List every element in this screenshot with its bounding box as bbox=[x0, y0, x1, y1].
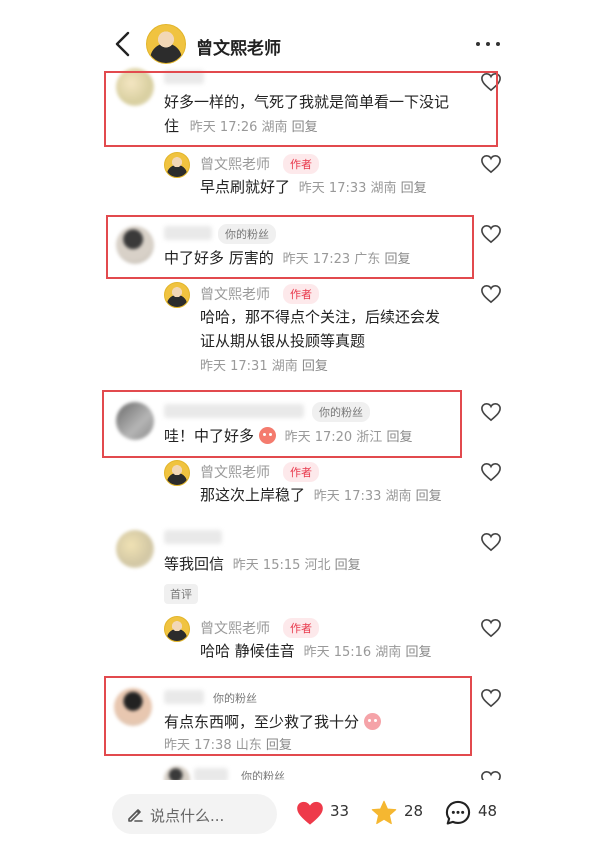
first-comment-badge: 首评 bbox=[164, 584, 198, 604]
like-heart-icon[interactable] bbox=[480, 284, 502, 304]
author-badge: 作者 bbox=[283, 618, 319, 638]
reply-author-name[interactable]: 曾文熙老师 bbox=[200, 618, 270, 638]
heart-filled-icon bbox=[297, 801, 323, 825]
comment-meta: 昨天 15:15 河北 bbox=[232, 558, 331, 573]
highlight-box bbox=[106, 215, 474, 279]
reply-text-cont: 证从期从银从投顾等真题 bbox=[200, 332, 366, 350]
reply-text: 那这次上岸稳了 bbox=[200, 486, 306, 504]
reply-link[interactable]: 回复 bbox=[302, 359, 328, 374]
reply-text: 早点刷就好了 bbox=[200, 178, 291, 196]
author-badge: 作者 bbox=[283, 284, 319, 304]
pencil-icon bbox=[128, 809, 143, 822]
user-name-blurred[interactable] bbox=[164, 530, 222, 544]
reply-link[interactable]: 回复 bbox=[416, 489, 442, 504]
like-heart-icon[interactable] bbox=[480, 532, 502, 552]
author-avatar-small[interactable] bbox=[164, 282, 190, 308]
like-heart-icon[interactable] bbox=[480, 618, 502, 638]
author-badge: 作者 bbox=[283, 462, 319, 482]
like-heart-icon[interactable] bbox=[480, 462, 502, 482]
comment-input[interactable]: 说点什么... bbox=[112, 794, 277, 834]
author-name[interactable]: 曾文熙老师 bbox=[196, 34, 281, 59]
author-avatar-small[interactable] bbox=[164, 460, 190, 486]
reply-author-name[interactable]: 曾文熙老师 bbox=[200, 154, 270, 174]
like-heart-icon[interactable] bbox=[480, 224, 502, 244]
user-avatar[interactable] bbox=[116, 530, 154, 568]
comment-text: 等我回信 bbox=[164, 555, 225, 573]
reply-meta: 昨天 17:33 湖南 bbox=[298, 181, 397, 196]
author-avatar[interactable] bbox=[146, 24, 186, 64]
author-badge: 作者 bbox=[283, 154, 319, 174]
bottom-action-bar: 说点什么... 33 28 48 bbox=[0, 780, 613, 852]
reply-author-name[interactable]: 曾文熙老师 bbox=[200, 462, 270, 482]
highlight-box bbox=[104, 676, 472, 756]
author-avatar-small[interactable] bbox=[164, 616, 190, 642]
highlight-box bbox=[104, 71, 498, 147]
reply-link[interactable]: 回复 bbox=[401, 181, 427, 196]
reply-meta: 昨天 17:33 湖南 bbox=[313, 489, 412, 504]
reply-author-name[interactable]: 曾文熙老师 bbox=[200, 284, 270, 304]
author-avatar-small[interactable] bbox=[164, 152, 190, 178]
reply-link[interactable]: 回复 bbox=[335, 558, 361, 573]
comment-count: 48 bbox=[478, 802, 498, 820]
like-heart-icon[interactable] bbox=[480, 154, 502, 174]
reply-text: 哈哈，那不得点个关注，后续还会发 bbox=[200, 308, 441, 326]
reply-link[interactable]: 回复 bbox=[405, 645, 431, 660]
reply-meta: 昨天 17:31 湖南 bbox=[200, 359, 298, 374]
favorite-count: 28 bbox=[404, 802, 424, 820]
reply-meta: 昨天 15:16 湖南 bbox=[303, 645, 402, 660]
comment-list[interactable]: 好多一样的，气死了我就是简单看一下没记 住 昨天 17:26 湖南 回复 曾文熙… bbox=[0, 60, 613, 790]
comment-bubble-icon bbox=[445, 800, 471, 825]
star-filled-icon bbox=[371, 800, 397, 825]
reply-text: 哈哈 静候佳音 bbox=[200, 642, 295, 660]
more-options-icon[interactable] bbox=[474, 34, 502, 54]
like-count: 33 bbox=[330, 802, 350, 820]
comment-input-placeholder: 说点什么... bbox=[150, 807, 225, 825]
highlight-box bbox=[102, 390, 462, 458]
like-heart-icon[interactable] bbox=[480, 402, 502, 422]
like-heart-icon[interactable] bbox=[480, 688, 502, 708]
back-arrow-icon[interactable] bbox=[112, 30, 134, 58]
